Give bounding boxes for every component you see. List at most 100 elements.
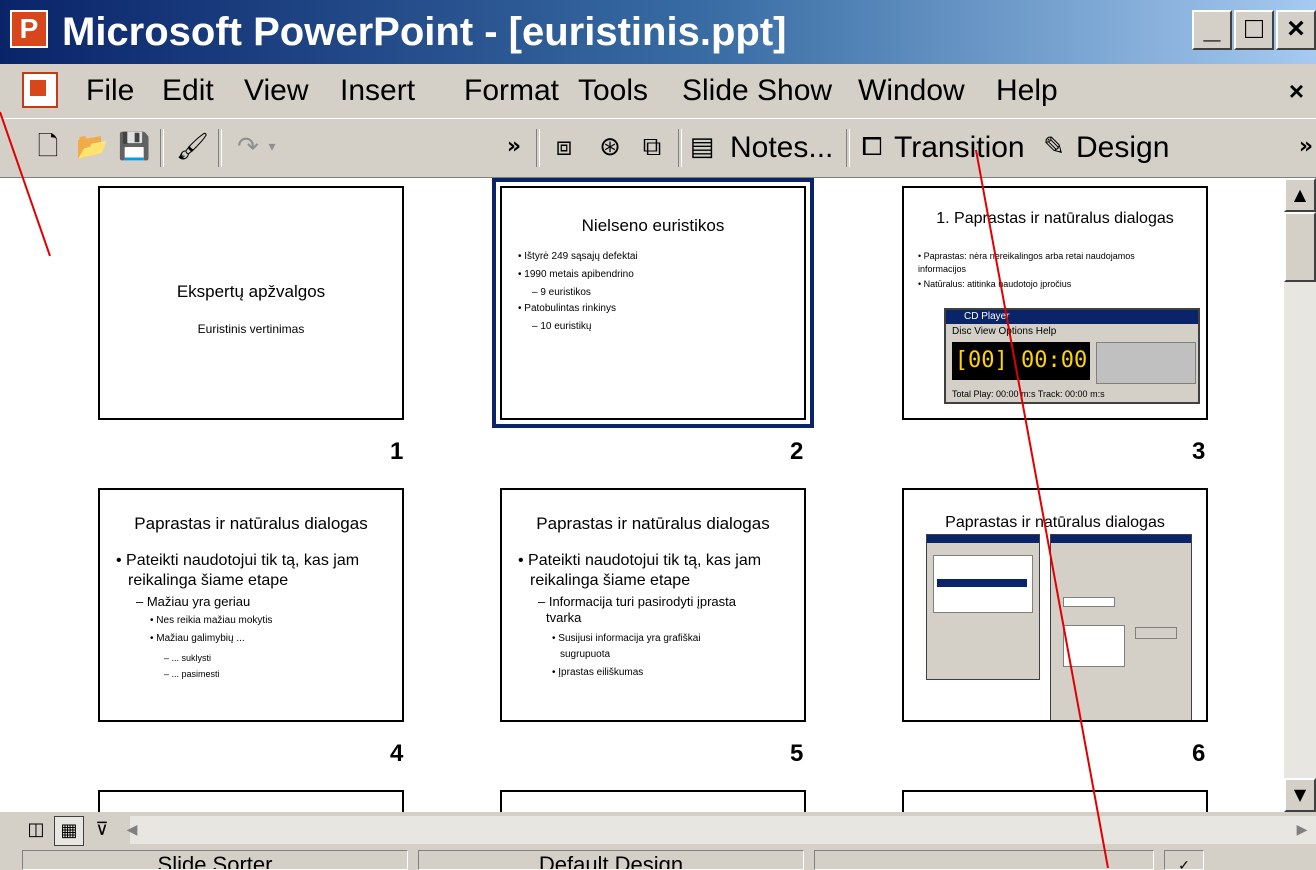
- new-document-icon[interactable]: 🗋: [34, 131, 62, 163]
- slide-bullet: reikalinga šiame etape: [128, 572, 289, 589]
- toolbar: 🗋 📂 💾 🖌 ↷ ▾ » ⧈ ⊛ ⧉ ▤ Notes... ⧠ Transit…: [0, 118, 1316, 178]
- status-view-name: Slide Sorter: [22, 850, 408, 870]
- maximize-button[interactable]: □: [1234, 10, 1274, 50]
- normal-view-icon[interactable]: ◫: [22, 816, 50, 844]
- toolbar-more-icon[interactable]: »: [1292, 131, 1316, 163]
- menu-help[interactable]: Help: [996, 72, 1058, 110]
- slide-number-2: 2: [790, 438, 804, 465]
- slide-title: 1. Paprastas ir natūralus dialogas: [936, 210, 1174, 227]
- horizontal-scrollbar[interactable]: ◀ ▶: [127, 816, 1316, 844]
- dialog-screenshot: [1050, 534, 1192, 720]
- slide-thumbnail-4[interactable]: Paprastas ir natūralus dialogas • Pateik…: [98, 488, 404, 722]
- title-bar: P Microsoft PowerPoint - [euristinis.ppt…: [0, 0, 1316, 64]
- scroll-down-icon[interactable]: ▼: [1284, 778, 1316, 812]
- status-bar: Slide Sorter Default Design ✓: [0, 846, 1316, 870]
- slide-bullet: – 9 euristikos: [532, 287, 591, 298]
- close-button[interactable]: ×: [1276, 10, 1316, 50]
- slide-number-1: 1: [390, 438, 404, 465]
- dialog-titlebar: [1051, 535, 1191, 543]
- toolbar-separator: [536, 129, 540, 167]
- menu-tools[interactable]: Tools: [578, 72, 648, 110]
- window-title: Microsoft PowerPoint - [euristinis.ppt]: [62, 10, 787, 54]
- slide-bullet: • Mažiau galimybių ...: [150, 633, 245, 644]
- notes-icon: ▤: [689, 132, 715, 162]
- open-folder-icon[interactable]: 📂: [76, 131, 108, 163]
- slide-title: Nielseno euristikos: [581, 216, 725, 235]
- status-design-name: Default Design: [418, 850, 804, 870]
- slide-bullet: – Mažiau yra geriau: [136, 594, 251, 609]
- vertical-scrollbar[interactable]: ▲ ▼: [1284, 178, 1316, 812]
- slide-bullet: • Susijusi informacija yra grafiškai: [552, 633, 701, 644]
- menu-file[interactable]: File: [86, 72, 134, 110]
- slide-bullet: • Įprastas eiliškumas: [552, 667, 644, 678]
- color-grayscale-icon[interactable]: ⊛: [596, 131, 624, 163]
- cd-player-title: CD Player: [946, 310, 1198, 324]
- status-empty-pane: [814, 850, 1154, 870]
- slide-thumbnail-9[interactable]: [902, 790, 1208, 812]
- slide-bullet: tvarka: [546, 610, 582, 625]
- menu-insert[interactable]: Insert: [340, 72, 415, 110]
- format-painter-icon[interactable]: 🖌: [176, 131, 209, 163]
- slide-bullet: • Natūralus: atitinka naudotojo įpročius: [918, 279, 1072, 289]
- slide-number-4: 4: [390, 740, 404, 767]
- slide-bullet: sugrupuota: [560, 649, 611, 660]
- slide-subtitle: Euristinis vertinimas: [197, 322, 305, 336]
- menu-edit[interactable]: Edit: [162, 72, 214, 110]
- slide-thumbnail-1[interactable]: Ekspertų apžvalgos Euristinis vertinimas: [98, 186, 404, 420]
- slide-sorter-pane: Ekspertų apžvalgos Euristinis vertinimas…: [0, 178, 1284, 812]
- minimize-button[interactable]: _: [1192, 10, 1232, 50]
- slide-thumbnail-6[interactable]: Paprastas ir natūralus dialogas: [902, 488, 1208, 722]
- slide-number-6: 6: [1192, 740, 1206, 767]
- slide-view-icon[interactable]: ⧈: [550, 131, 578, 163]
- scroll-right-icon[interactable]: ▶: [1290, 816, 1314, 844]
- slide-thumbnail-3[interactable]: 1. Paprastas ir natūralus dialogas • Pap…: [902, 186, 1208, 420]
- scroll-left-icon[interactable]: ◀: [120, 816, 144, 844]
- slide-show-view-icon[interactable]: ⊽: [88, 816, 116, 844]
- menu-window[interactable]: Window: [858, 72, 965, 110]
- slide-thumbnail-8[interactable]: [500, 790, 806, 812]
- view-bar: ◫ ▦ ⊽ ◀ ▶: [0, 812, 1316, 846]
- slide-thumbnail-7[interactable]: [98, 790, 404, 812]
- slide-thumbnail-5[interactable]: Paprastas ir natūralus dialogas • Pateik…: [500, 488, 806, 722]
- slide-bullet: • Nes reikia mažiau mokytis: [150, 615, 273, 626]
- slide-thumbnail-2[interactable]: Nielseno euristikos • Ištyrė 249 sąsajų …: [492, 178, 814, 428]
- toolbar-separator: [846, 129, 850, 167]
- document-icon[interactable]: [22, 72, 58, 108]
- slide-title: Paprastas ir natūralus dialogas: [536, 514, 770, 533]
- slide-title: Ekspertų apžvalgos: [176, 282, 326, 301]
- scroll-thumb[interactable]: [1284, 212, 1316, 282]
- toolbar-separator: [678, 129, 682, 167]
- document-close-button[interactable]: ×: [1289, 74, 1304, 108]
- slide-bullet: – 10 euristikų: [532, 321, 592, 332]
- slide-sorter-view-icon[interactable]: ▦: [54, 816, 84, 846]
- slide-bullet: – ... suklysti: [164, 653, 212, 663]
- menu-slide-show[interactable]: Slide Show: [682, 72, 832, 110]
- cd-player-screenshot: CD Player Disc View Options Help [00] 00…: [944, 308, 1200, 404]
- cd-player-menu: Disc View Options Help: [952, 326, 1057, 337]
- slide-bullet: • Pateikti naudotojui tik tą, kas jam: [518, 552, 762, 569]
- menu-format[interactable]: Format: [464, 72, 559, 110]
- scroll-up-icon[interactable]: ▲: [1284, 178, 1316, 212]
- menu-view[interactable]: View: [244, 72, 308, 110]
- design-button[interactable]: Design: [1076, 129, 1169, 167]
- redo-dropdown-icon[interactable]: ▾: [258, 131, 286, 163]
- slide-title: Paprastas ir natūralus dialogas: [945, 514, 1165, 531]
- slide-bullet: • Patobulintas rinkinys: [518, 303, 616, 314]
- notes-button[interactable]: Notes...: [730, 129, 833, 167]
- toolbar-options-icon[interactable]: »: [500, 131, 528, 163]
- powerpoint-icon[interactable]: P: [10, 10, 48, 48]
- slide-number-5: 5: [790, 740, 804, 767]
- slide-bullet: – ... pasimesti: [164, 669, 220, 679]
- summary-slide-icon[interactable]: ⧉: [638, 131, 666, 163]
- slide-bullet: • Ištyrė 249 sąsajų defektai: [518, 251, 638, 262]
- save-icon[interactable]: 💾: [118, 131, 150, 163]
- transition-button[interactable]: Transition: [894, 129, 1025, 167]
- toolbar-separator: [160, 129, 164, 167]
- slide-bullet: – Informacija turi pasirodyti įprasta: [538, 594, 736, 609]
- dialog-screenshot: [926, 534, 1040, 680]
- spelling-status-icon: ✓: [1164, 850, 1204, 870]
- design-icon: ✎: [1043, 132, 1065, 162]
- slide-bullet: • 1990 metais apibendrino: [518, 269, 634, 280]
- cd-player-status: Total Play: 00:00 m:s Track: 00:00 m:s: [952, 389, 1105, 399]
- slide-number-3: 3: [1192, 438, 1206, 465]
